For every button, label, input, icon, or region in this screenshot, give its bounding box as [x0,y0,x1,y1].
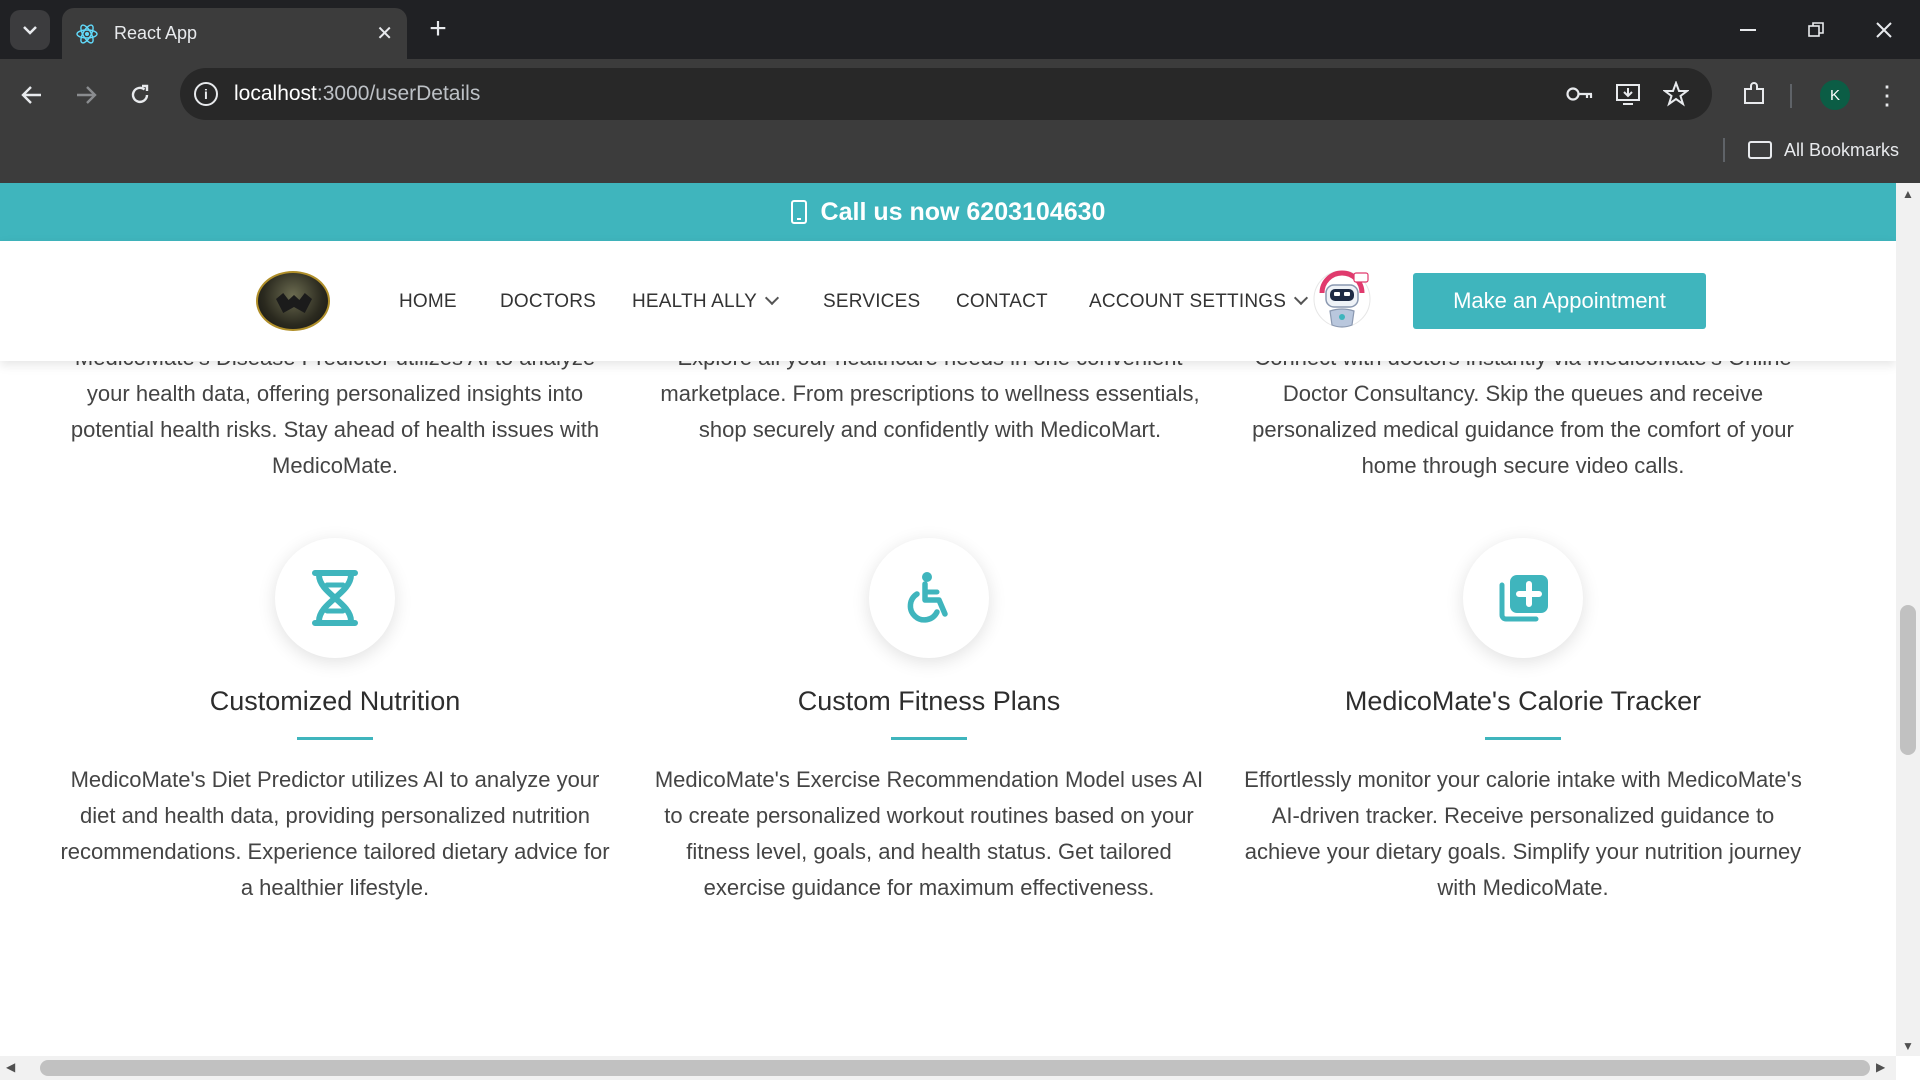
scrollbar-corner [1896,1056,1920,1080]
site-info-icon[interactable]: i [194,82,218,106]
profile-avatar[interactable]: K [1820,80,1850,110]
disease-predictor-description: MedicoMate's Disease Predictor utilizes … [40,340,630,484]
text-line: MedicoMate. [272,453,398,478]
nav-health-ally-label: HEALTH ALLY [632,291,758,312]
title-underline [1485,737,1561,740]
scroll-up-icon[interactable]: ▲ [1902,187,1914,201]
nav-doctors[interactable]: DOCTORS [500,291,596,313]
minimize-button[interactable] [1730,12,1766,48]
make-appointment-button[interactable]: Make an Appointment [1413,273,1706,329]
scroll-right-icon[interactable]: ▶ [1876,1060,1885,1074]
nav-home[interactable]: HOME [399,291,457,313]
browser-tab-strip: React App ✕ + [0,0,1920,59]
react-logo-icon [76,23,98,44]
address-url[interactable]: localhost:3000/userDetails [234,82,480,106]
arrow-left-icon [21,86,41,104]
bookmark-star-icon[interactable] [1660,80,1692,108]
browser-menu-icon[interactable]: ⋮ [1872,78,1902,112]
close-icon [1876,22,1892,38]
feature-card-calorie-tracker: MedicoMate's Calorie Tracker Effortlessl… [1243,538,1803,906]
call-banner: Call us now 6203104630 [0,183,1896,241]
password-key-icon[interactable] [1564,80,1596,108]
text-line: potential health risks. Stay ahead of he… [70,417,600,442]
nav-account-settings[interactable]: ACCOUNT SETTINGS [1089,290,1309,313]
feature-description: MedicoMate's Exercise Recommendation Mod… [654,767,1204,900]
page-viewport: Call us now 6203104630 MedicoMate's Dise… [0,183,1896,1056]
title-underline [891,737,967,740]
new-tab-button[interactable]: + [422,14,454,46]
feature-icon-circle [1463,538,1583,658]
minimize-icon [1740,29,1756,31]
all-bookmarks-button[interactable]: All Bookmarks [1748,134,1899,166]
tab-search-button[interactable] [10,10,50,50]
text-line: home through secure video calls. [1361,453,1685,478]
reload-button[interactable] [120,75,160,115]
medical-plus-icon [1499,575,1548,622]
feature-card-nutrition: Customized Nutrition MedicoMate's Diet P… [55,538,615,906]
url-host: localhost [234,82,317,105]
restore-icon [1808,22,1824,37]
site-logo[interactable] [256,271,330,331]
install-app-icon[interactable] [1612,80,1644,108]
toolbar-divider [1790,84,1792,108]
nav-contact[interactable]: CONTACT [956,291,1048,313]
horizontal-scroll-thumb[interactable] [40,1060,1870,1076]
feature-title: MedicoMate's Calorie Tracker [1344,686,1702,716]
scroll-left-icon[interactable]: ◀ [6,1060,15,1074]
address-bar[interactable]: i localhost:3000/userDetails [180,68,1712,120]
feature-icon-circle [869,538,989,658]
feature-description: Effortlessly monitor your calorie intake… [1244,767,1802,900]
back-button[interactable] [12,75,52,115]
horizontal-scrollbar[interactable]: ◀ ▶ [0,1056,1896,1080]
nav-services[interactable]: SERVICES [823,291,920,313]
feature-description: MedicoMate's Diet Predictor utilizes AI … [60,767,610,900]
url-path: :3000/userDetails [316,82,481,105]
chevron-down-icon [23,26,37,35]
browser-tab[interactable]: React App ✕ [62,8,407,59]
vertical-scrollbar[interactable]: ▲ ▼ [1896,183,1920,1056]
text-line: personalized medical guidance from the c… [1252,417,1794,442]
text-line: Doctor Consultancy. Skip the queues and … [1282,381,1764,406]
feature-card-fitness: Custom Fitness Plans MedicoMate's Exerci… [649,538,1209,906]
chatbot-robot-icon[interactable] [1312,263,1372,335]
extensions-icon[interactable] [1738,80,1770,108]
feature-title: Customized Nutrition [209,686,461,716]
online-consultancy-description: Connect with doctors instantly via Medic… [1228,340,1818,484]
reload-icon [131,84,149,104]
scroll-down-icon[interactable]: ▼ [1902,1039,1914,1053]
bookmarks-divider [1723,138,1725,162]
vertical-scroll-thumb[interactable] [1900,605,1916,755]
chevron-down-icon [1294,290,1309,306]
forward-button[interactable] [66,75,106,115]
tab-title: React App [114,23,198,43]
all-bookmarks-label: All Bookmarks [1784,139,1900,160]
feature-icon-circle [275,538,395,658]
mobile-phone-icon [790,200,807,224]
site-navbar: HOME DOCTORS HEALTH ALLY SERVICES CONTAC… [0,241,1896,361]
restore-button[interactable] [1798,12,1834,48]
feature-title: Custom Fitness Plans [797,686,1061,716]
nav-health-ally[interactable]: HEALTH ALLY [632,290,780,313]
chevron-down-icon [764,290,780,306]
call-banner-text: Call us now 6203104630 [820,197,1106,226]
close-window-button[interactable] [1866,12,1902,48]
tab-close-icon[interactable]: ✕ [376,21,393,46]
wheelchair-icon [907,572,948,623]
dna-icon [312,570,358,626]
folder-icon [1748,141,1772,159]
arrow-right-icon [77,86,97,104]
text-line: your health data, offering personalized … [86,381,584,406]
text-line: marketplace. From prescriptions to welln… [660,381,1200,406]
text-line: shop securely and confidently with Medic… [698,417,1162,442]
nav-account-settings-label: ACCOUNT SETTINGS [1089,291,1287,312]
title-underline [297,737,373,740]
